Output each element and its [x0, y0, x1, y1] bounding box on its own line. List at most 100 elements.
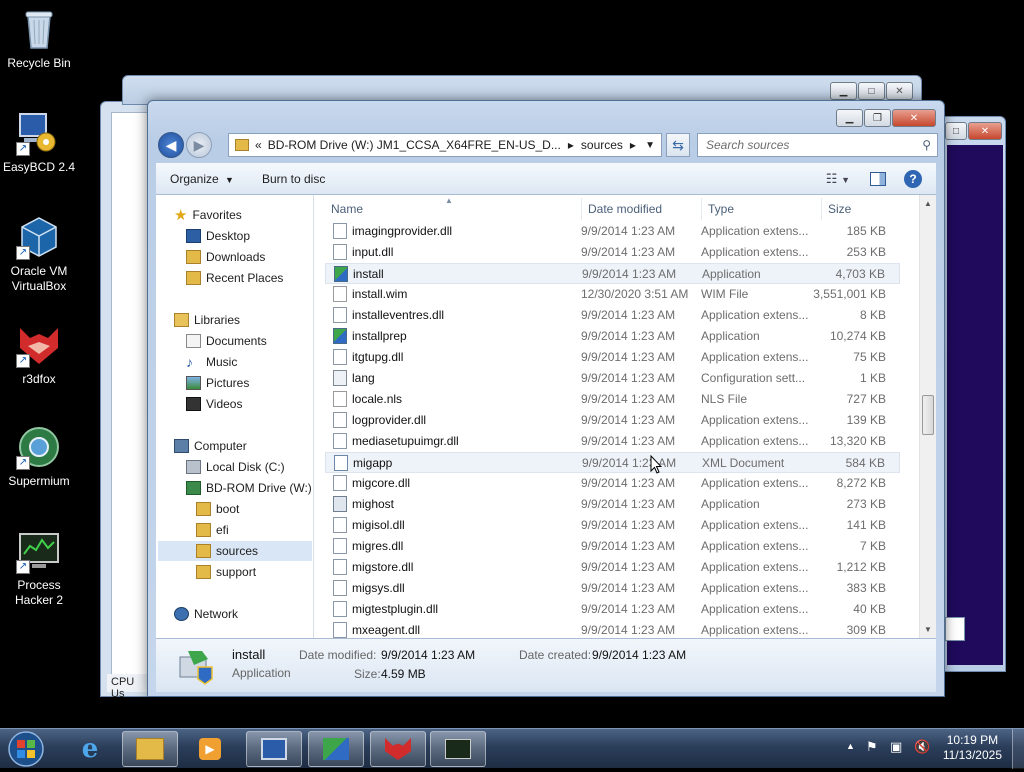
taskbar-windows-explorer[interactable] — [122, 731, 178, 767]
help-icon[interactable]: ? — [904, 169, 922, 188]
volume-muted-icon[interactable]: 🔇 — [914, 739, 930, 755]
view-options-icon[interactable]: ☷ ▼ — [826, 171, 850, 187]
nav-documents[interactable]: Documents — [186, 331, 267, 351]
close-button[interactable]: ✕ — [892, 109, 936, 127]
file-row[interactable]: mediasetupuimgr.dll 9/9/2014 1:23 AM Appli… — [325, 431, 900, 452]
file-row[interactable]: install 9/9/2014 1:23 AM Application 4,703 … — [325, 263, 900, 284]
nav-music[interactable]: ♪ Music — [186, 352, 237, 372]
maximize-button[interactable]: ❐ — [864, 109, 891, 127]
minimize-button[interactable]: ▁ — [836, 109, 863, 127]
address-bar[interactable]: « BD-ROM Drive (W:) JM1_CCSA_X64FRE_EN-U… — [228, 133, 662, 157]
nav-videos[interactable]: Videos — [186, 394, 242, 414]
scroll-down-icon[interactable]: ▼ — [924, 625, 932, 634]
file-row[interactable]: imagingprovider.dll 9/9/2014 1:23 AM Appli… — [325, 221, 900, 242]
forward-button[interactable]: ▶ — [186, 132, 212, 158]
taskbar-easybcd[interactable] — [246, 731, 302, 767]
show-desktop-button[interactable] — [1012, 729, 1024, 769]
preview-pane-icon[interactable] — [870, 171, 886, 186]
network-tray-icon[interactable]: ▣ — [890, 739, 902, 755]
action-center-flag-icon[interactable]: ⚑ — [866, 739, 878, 755]
desktop-icon-r3dfox[interactable]: ↗ r3dfox — [2, 322, 76, 387]
scroll-button[interactable] — [945, 617, 965, 641]
minimize-button[interactable]: ▁ — [830, 82, 857, 100]
file-row[interactable]: input.dll 9/9/2014 1:23 AM Application ext… — [325, 242, 900, 263]
taskbar-internet-explorer[interactable]: e — [62, 731, 118, 767]
file-row[interactable]: migsys.dll 9/9/2014 1:23 AM Application ex… — [325, 578, 900, 599]
file-size: 139 KB — [846, 413, 886, 427]
burn-to-disc-button[interactable]: Burn to disc — [252, 168, 335, 190]
desktop-icon-recycle-bin[interactable]: Recycle Bin — [2, 6, 76, 71]
nav-favorites[interactable]: ★ Favorites — [174, 205, 242, 225]
file-row[interactable]: installprep 9/9/2014 1:23 AM Application 10… — [325, 326, 900, 347]
column-header-type[interactable]: Type — [702, 198, 822, 220]
file-row[interactable]: migapp 9/9/2014 1:23 AM XML Document 584 KB — [325, 452, 900, 473]
background-window-right[interactable]: □ ✕ — [940, 116, 1006, 672]
file-row[interactable]: lang 9/9/2014 1:23 AM Configuration sett..… — [325, 368, 900, 389]
taskbar-media-player[interactable]: ▶ — [182, 731, 238, 767]
maximize-button[interactable]: □ — [945, 122, 967, 140]
file-row[interactable]: migcore.dll 9/9/2014 1:23 AM Application e… — [325, 473, 900, 494]
search-icon[interactable]: ⚲ — [922, 138, 931, 152]
organize-button[interactable]: Organize ▼ — [160, 168, 244, 190]
nav-label: Network — [194, 607, 239, 621]
column-header-size[interactable]: Size — [822, 198, 900, 220]
nav-desktop[interactable]: Desktop — [186, 226, 250, 246]
desktop-icon-supermium[interactable]: ↗ Supermium — [2, 424, 76, 489]
scroll-up-icon[interactable]: ▲ — [924, 199, 932, 208]
breadcrumb-separator-icon[interactable]: ▸ — [630, 138, 636, 152]
nav-support[interactable]: support — [196, 562, 256, 582]
nav-network[interactable]: Network — [174, 604, 238, 624]
file-row[interactable]: mxeagent.dll 9/9/2014 1:23 AM Application … — [325, 620, 900, 638]
nav-libraries[interactable]: Libraries — [174, 310, 240, 330]
breadcrumb-overflow[interactable]: « — [255, 138, 262, 152]
breadcrumb-sources[interactable]: sources — [581, 138, 623, 152]
nav-efi[interactable]: efi — [196, 520, 229, 540]
close-button[interactable]: ✕ — [968, 122, 1002, 140]
file-row[interactable]: migisol.dll 9/9/2014 1:23 AM Application e… — [325, 515, 900, 536]
nav-bdrom-drive[interactable]: BD-ROM Drive (W:) . — [186, 478, 313, 498]
taskbar-process-hacker[interactable] — [430, 731, 486, 767]
nav-computer[interactable]: Computer — [174, 436, 247, 456]
address-dropdown-icon[interactable]: ▼ — [645, 140, 655, 151]
file-row[interactable]: logprovider.dll 9/9/2014 1:23 AM Applicati… — [325, 410, 900, 431]
back-button[interactable]: ◀ — [158, 132, 184, 158]
desktop-icon-easybcd[interactable]: ↗ EasyBCD 2.4 — [2, 110, 76, 175]
explorer-window[interactable]: ▁ ❐ ✕ ◀ ▶ « BD-ROM Drive (W:) JM1_CCSA_X… — [147, 100, 945, 697]
libraries-icon — [174, 313, 189, 327]
nav-pictures[interactable]: Pictures — [186, 373, 249, 393]
taskbar-setup[interactable] — [308, 731, 364, 767]
nav-boot[interactable]: boot — [196, 499, 239, 519]
breadcrumb-drive[interactable]: BD-ROM Drive (W:) JM1_CCSA_X64FRE_EN-US_… — [268, 138, 561, 152]
file-date-modified: 9/9/2014 1:23 AM — [581, 224, 676, 238]
file-row[interactable]: migtestplugin.dll 9/9/2014 1:23 AM Applica… — [325, 599, 900, 620]
file-row[interactable]: mighost 9/9/2014 1:23 AM Application 273 KB — [325, 494, 900, 515]
show-hidden-icons-icon[interactable]: ▲ — [846, 741, 855, 751]
scrollbar-thumb[interactable] — [922, 395, 934, 435]
desktop-icon-virtualbox[interactable]: ↗ Oracle VM VirtualBox — [2, 214, 76, 294]
file-row[interactable]: migstore.dll 9/9/2014 1:23 AM Application … — [325, 557, 900, 578]
background-window-left[interactable]: CPU Us — [100, 101, 151, 700]
vertical-scrollbar[interactable]: ▲ ▼ — [919, 195, 936, 638]
nav-sources[interactable]: sources — [158, 541, 312, 561]
nav-recent-places[interactable]: Recent Places — [186, 268, 283, 288]
breadcrumb-separator-icon[interactable]: ▸ — [568, 138, 574, 152]
nav-local-disk[interactable]: Local Disk (C:) — [186, 457, 285, 477]
maximize-button[interactable]: □ — [858, 82, 885, 100]
file-row[interactable]: installeventres.dll 9/9/2014 1:23 AM Appli… — [325, 305, 900, 326]
search-input[interactable]: Search sources ⚲ — [697, 133, 938, 157]
nav-downloads[interactable]: Downloads — [186, 247, 265, 267]
file-row[interactable]: itgtupg.dll 9/9/2014 1:23 AM Application e… — [325, 347, 900, 368]
start-button[interactable] — [6, 729, 46, 769]
system-clock[interactable]: 10:19 PM 11/13/2025 — [943, 733, 1002, 763]
r3dfox-icon — [385, 738, 411, 760]
desktop-icon-process-hacker[interactable]: ↗ Process Hacker 2 — [2, 528, 76, 608]
shortcut-arrow-icon: ↗ — [16, 354, 30, 368]
close-button[interactable]: ✕ — [886, 82, 913, 100]
column-header-name[interactable]: Name ▲ — [325, 196, 582, 220]
refresh-button[interactable]: ⇆ — [666, 133, 690, 157]
file-row[interactable]: migres.dll 9/9/2014 1:23 AM Application ex… — [325, 536, 900, 557]
column-header-date[interactable]: Date modified — [582, 198, 702, 220]
file-row[interactable]: locale.nls 9/9/2014 1:23 AM NLS File 727 KB — [325, 389, 900, 410]
taskbar-r3dfox[interactable] — [370, 731, 426, 767]
file-row[interactable]: install.wim 12/30/2020 3:51 AM WIM File 3,5… — [325, 284, 900, 305]
